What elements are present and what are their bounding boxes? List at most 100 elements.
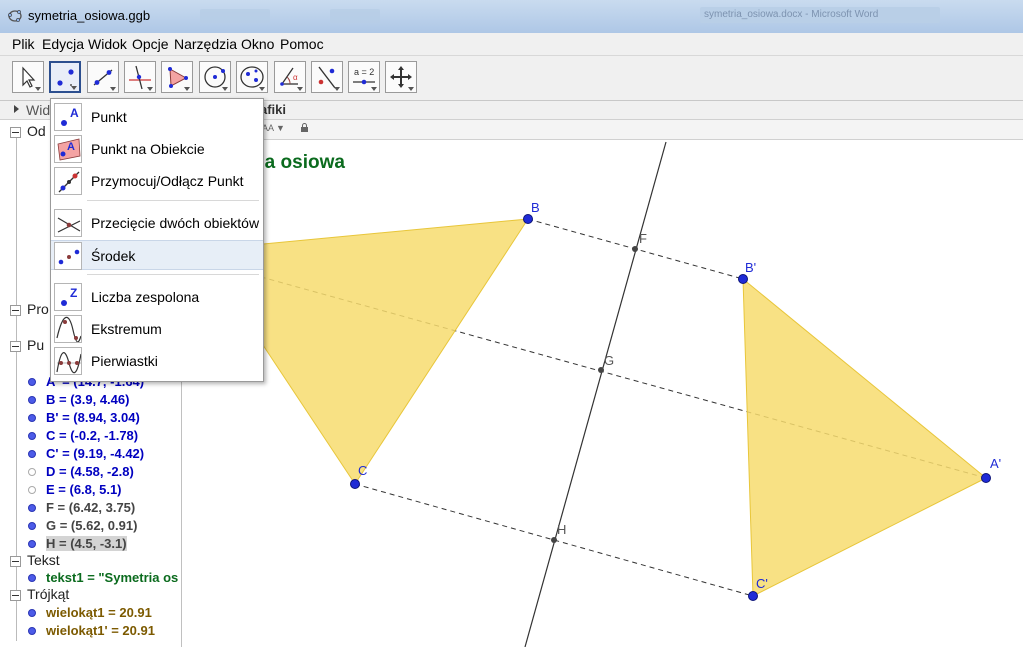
angle-tool-button[interactable]: α <box>274 61 306 93</box>
menu-item-przymocuj-odlacz[interactable]: Przymocuj/Odłącz Punkt <box>51 166 263 196</box>
visibility-dot-icon[interactable] <box>28 396 36 404</box>
chevron-down-icon <box>110 87 116 91</box>
label-c-prime: C' <box>756 576 768 591</box>
visibility-dot-icon[interactable] <box>28 504 36 512</box>
point-b[interactable] <box>523 214 533 224</box>
midpoint-icon <box>54 242 82 270</box>
chevron-down-icon <box>297 87 303 91</box>
point-c[interactable] <box>350 479 360 489</box>
visibility-dot-icon[interactable] <box>28 432 36 440</box>
category-triangle[interactable]: Trójkąt <box>10 586 69 602</box>
point-tool-button[interactable] <box>49 61 81 93</box>
svg-text:Z: Z <box>70 286 77 300</box>
visibility-dot-icon[interactable] <box>28 486 36 494</box>
collapse-icon[interactable] <box>10 126 21 138</box>
point-f[interactable] <box>632 246 638 252</box>
attach-detach-point-icon <box>54 167 82 195</box>
svg-text:α: α <box>293 73 298 82</box>
text-size-button[interactable]: AA ▼ <box>262 123 285 133</box>
label-a-prime: A' <box>990 456 1001 471</box>
reflect-tool-button[interactable] <box>311 61 343 93</box>
label-g: G <box>604 353 614 368</box>
point-a-prime[interactable] <box>981 473 991 483</box>
chevron-down-icon <box>259 87 265 91</box>
point-h[interactable] <box>551 537 557 543</box>
collapse-icon[interactable] <box>10 589 21 601</box>
visibility-dot-icon[interactable] <box>28 468 36 476</box>
symmetry-axis-line[interactable] <box>524 141 667 647</box>
menu-narzedzia[interactable]: Narzędzia <box>174 36 237 52</box>
point-b-prime[interactable] <box>738 274 748 284</box>
svg-text:A: A <box>67 141 75 153</box>
collapse-icon[interactable] <box>10 340 21 352</box>
point-c-prime[interactable] <box>748 591 758 601</box>
visibility-dot-icon[interactable] <box>28 522 36 530</box>
graphics-text-title[interactable]: ria osiowa <box>252 152 345 174</box>
visibility-dot-icon[interactable] <box>28 450 36 458</box>
visibility-dot-icon[interactable] <box>28 627 36 635</box>
category-text[interactable]: Tekst <box>10 552 60 568</box>
complex-number-icon: Z <box>54 283 82 311</box>
category-free-objects[interactable]: Od <box>10 123 46 139</box>
chevron-down-icon <box>35 87 41 91</box>
polygon-tool-button[interactable] <box>161 61 193 93</box>
line-tool-button[interactable] <box>87 61 119 93</box>
collapse-icon[interactable] <box>10 304 21 316</box>
menu-okno[interactable]: Okno <box>241 36 274 52</box>
menu-item-ekstremum[interactable]: Ekstremum <box>51 314 263 344</box>
collapse-arrow-icon[interactable] <box>14 105 19 113</box>
label-c: C <box>358 463 367 478</box>
svg-text:A: A <box>70 106 79 120</box>
visibility-dot-icon[interactable] <box>28 414 36 422</box>
visibility-dot-icon[interactable] <box>28 378 36 386</box>
circle-tool-button[interactable] <box>199 61 231 93</box>
roots-icon <box>54 347 82 375</box>
menu-item-srodek[interactable]: Środek <box>51 240 263 270</box>
menu-item-liczba-zespolona[interactable]: Z Liczba zespolona <box>51 282 263 312</box>
label-b-prime: B' <box>745 260 756 275</box>
conic-tool-button[interactable] <box>236 61 268 93</box>
visibility-dot-icon[interactable] <box>28 609 36 617</box>
menu-item-pierwiastki[interactable]: Pierwiastki <box>51 346 263 376</box>
chevron-down-icon <box>184 87 190 91</box>
background-window-title: symetria_osiowa.docx - Microsoft Word <box>700 7 940 23</box>
menu-edycja[interactable]: Edycja <box>42 36 84 52</box>
chevron-down-icon <box>371 87 377 91</box>
visibility-dot-icon[interactable] <box>28 574 36 582</box>
category-points[interactable]: Pu <box>10 337 44 353</box>
visibility-dot-icon[interactable] <box>28 540 36 548</box>
graphics-canvas[interactable]: B B' A' C C' F G H <box>182 140 1023 647</box>
graphics-style-bar: AA ▼ <box>182 120 1023 140</box>
move-tool-button[interactable] <box>12 61 44 93</box>
menu-plik[interactable]: Plik <box>12 36 35 52</box>
intersection-icon <box>54 209 82 237</box>
window-title: symetria_osiowa.ggb <box>28 8 151 23</box>
chevron-down-icon <box>334 87 340 91</box>
move-graphics-view-button[interactable] <box>385 61 417 93</box>
toolbar: α a = 2 <box>0 56 1023 101</box>
geogebra-app-icon <box>8 10 22 22</box>
category-dependent-objects[interactable]: Pro <box>10 301 49 317</box>
menu-item-punkt[interactable]: A Punkt <box>51 102 263 132</box>
menu-opcje[interactable]: Opcje <box>132 36 169 52</box>
point-icon: A <box>54 103 82 131</box>
triangle-a-prime-b-prime-c-prime[interactable] <box>742 277 987 597</box>
menu-bar: Plik Edycja Widok Opcje Narzędzia Okno P… <box>0 33 1023 56</box>
label-b: B <box>531 200 540 215</box>
perpendicular-line-tool-button[interactable] <box>124 61 156 93</box>
chevron-down-icon <box>408 87 414 91</box>
menu-item-przeciecie[interactable]: Przecięcie dwóch obiektów <box>51 208 263 238</box>
collapse-icon[interactable] <box>10 555 21 567</box>
menu-item-punkt-na-obiekcie[interactable]: A Punkt na Obiekcie <box>51 134 263 164</box>
algebra-view-title: Wid <box>26 102 51 118</box>
slider-tool-button[interactable]: a = 2 <box>348 61 380 93</box>
point-on-object-icon: A <box>54 135 82 163</box>
chevron-down-icon <box>71 86 77 90</box>
extremum-icon <box>54 315 82 343</box>
graphics-view-header[interactable]: afiki <box>182 101 1023 120</box>
lock-icon[interactable] <box>300 123 309 132</box>
menu-widok[interactable]: Widok <box>88 36 127 52</box>
menu-pomoc[interactable]: Pomoc <box>280 36 324 52</box>
blurred-taskbar-item <box>200 9 270 23</box>
title-bar: symetria_osiowa.ggb symetria_osiowa.docx… <box>0 0 1023 34</box>
